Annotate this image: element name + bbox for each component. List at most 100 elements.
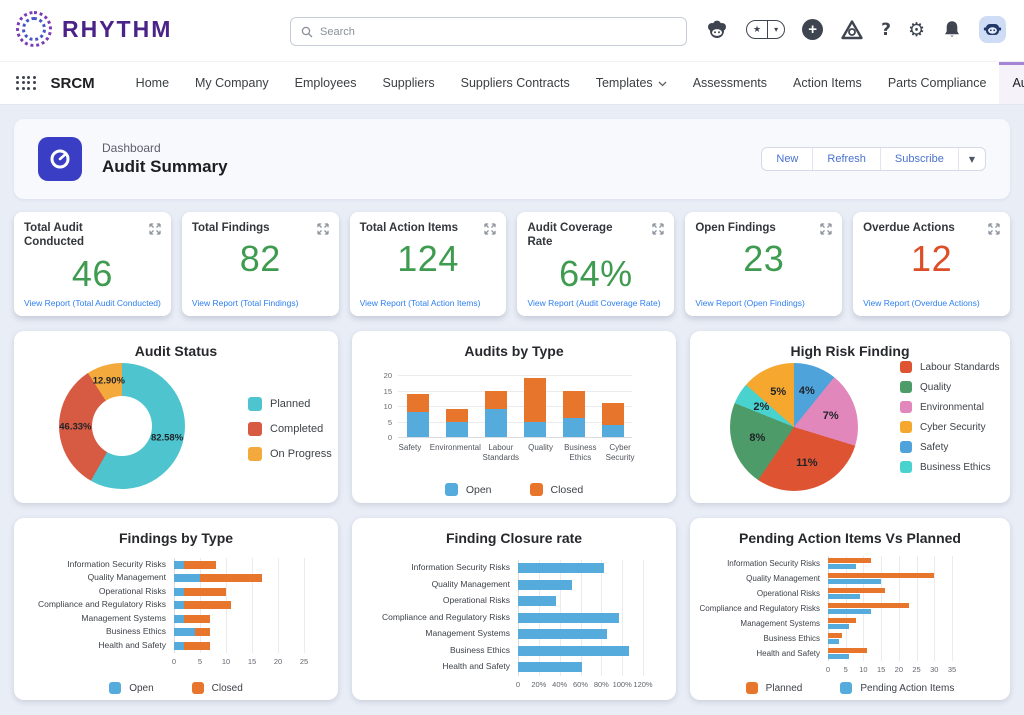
bar-planned	[828, 648, 867, 653]
legend-item-environmental[interactable]: Environmental	[900, 401, 1000, 413]
chart-card-audit-status: Audit Status82.58%46.33%12.90%PlannedCom…	[14, 331, 338, 503]
legend-item-pending-action-items[interactable]: Pending Action Items	[840, 682, 954, 694]
legend-label: Environmental	[920, 402, 984, 413]
kpi-title: Overdue Actions	[863, 221, 969, 235]
expand-icon[interactable]	[316, 222, 330, 241]
legend-item-cyber-security[interactable]: Cyber Security	[900, 421, 1000, 433]
expand-icon[interactable]	[483, 222, 497, 241]
legend-item-quality[interactable]: Quality	[900, 381, 1000, 393]
row-label: Business Ethics	[22, 627, 174, 637]
slice-value-label: 12.90%	[93, 376, 125, 387]
legend-item-open[interactable]: Open	[109, 682, 153, 694]
nav-item-suppliers-contracts[interactable]: Suppliers Contracts	[448, 62, 583, 104]
subscribe-caret-button[interactable]: ▼	[958, 148, 985, 170]
nav-item-parts-compliance[interactable]: Parts Compliance	[875, 62, 1000, 104]
favorites-pill-button[interactable]: ★ ▾	[746, 20, 785, 39]
legend-item-business-ethics[interactable]: Business Ethics	[900, 461, 1000, 473]
bar-health-and-safety	[174, 642, 304, 650]
bars-group	[398, 375, 632, 437]
refresh-button[interactable]: Refresh	[812, 148, 880, 170]
expand-icon[interactable]	[987, 222, 1001, 241]
legend-item-completed[interactable]: Completed	[248, 422, 332, 436]
legend-item-closed[interactable]: Closed	[530, 483, 584, 496]
bar-track	[174, 612, 304, 626]
bar-segment-closed	[184, 601, 231, 609]
y-axis-tick: 20	[370, 371, 392, 380]
nav-item-audit-management[interactable]: Audit Management	[999, 62, 1024, 104]
x-axis-tick: 120%	[633, 680, 652, 689]
table-row: Compliance and Regulatory Risks	[696, 601, 952, 616]
kpi-value: 23	[695, 238, 832, 280]
nav-item-label: Action Items	[793, 76, 862, 90]
legend-item-planned[interactable]: Planned	[746, 682, 803, 694]
nav-item-templates[interactable]: Templates	[583, 62, 680, 104]
expand-icon[interactable]	[819, 222, 833, 241]
legend-item-planned[interactable]: Planned	[248, 397, 332, 411]
brand-name: RHYTHM	[62, 16, 172, 43]
nav-item-my-company[interactable]: My Company	[182, 62, 282, 104]
x-axis-label: Safety	[390, 443, 430, 463]
expand-icon[interactable]	[148, 222, 162, 241]
row-label: Quality Management	[360, 580, 518, 590]
view-report-link[interactable]: View Report (Total Findings)	[192, 298, 333, 308]
x-axis-tick: 80%	[594, 680, 609, 689]
legend-chip	[109, 682, 121, 694]
legend-item-labour-standards[interactable]: Labour Standards	[900, 361, 1000, 373]
x-axis-tick: 10	[859, 665, 867, 674]
notifications-bell-icon[interactable]	[942, 19, 962, 40]
row-label: Quality Management	[696, 574, 828, 583]
view-report-link[interactable]: View Report (Total Action Items)	[360, 298, 501, 308]
bar-labour-standards	[485, 391, 507, 437]
nav-item-employees[interactable]: Employees	[282, 62, 370, 104]
legend-item-safety[interactable]: Safety	[900, 441, 1000, 453]
user-avatar[interactable]	[979, 16, 1006, 43]
nav-item-home[interactable]: Home	[123, 62, 182, 104]
view-report-link[interactable]: View Report (Overdue Actions)	[863, 298, 1004, 308]
nav-item-action-items[interactable]: Action Items	[780, 62, 875, 104]
help-icon[interactable]: ?	[881, 20, 891, 40]
nav-item-assessments[interactable]: Assessments	[680, 62, 780, 104]
chart-card-findings-by-type: Findings by TypeInformation Security Ris…	[14, 518, 338, 700]
release-icon[interactable]	[840, 19, 864, 41]
view-report-link[interactable]: View Report (Open Findings)	[695, 298, 836, 308]
table-row: Quality Management	[696, 571, 952, 586]
global-search[interactable]	[290, 17, 687, 46]
expand-icon[interactable]	[651, 222, 665, 241]
bar-environmental	[446, 409, 468, 437]
kpi-title: Open Findings	[695, 221, 801, 235]
bar-segment-open	[174, 561, 184, 569]
x-axis-tick: 20%	[531, 680, 546, 689]
bar-track	[174, 599, 304, 613]
search-input[interactable]	[320, 26, 676, 38]
bar-segment-closed	[524, 378, 546, 421]
legend-item-closed[interactable]: Closed	[192, 682, 243, 694]
bar-segment-open	[174, 574, 200, 582]
bar-quality	[524, 378, 546, 437]
slice-value-label: 5%	[770, 386, 786, 398]
nav-item-suppliers[interactable]: Suppliers	[370, 62, 448, 104]
view-report-link[interactable]: View Report (Audit Coverage Rate)	[527, 298, 668, 308]
legend-item-on-progress[interactable]: On Progress	[248, 447, 332, 461]
chart-title: Audit Status	[14, 331, 338, 359]
bar-segment-open	[563, 418, 585, 437]
chart-title: Pending Action Items Vs Planned	[690, 518, 1010, 546]
bar-track	[518, 610, 643, 627]
bar-management-systems	[174, 615, 304, 623]
x-axis-tick: 60%	[573, 680, 588, 689]
table-row: Operational Risks	[696, 586, 952, 601]
nav-item-label: Home	[136, 76, 169, 90]
legend-label: Cyber Security	[920, 422, 986, 433]
y-axis-tick: 5	[370, 418, 392, 427]
row-label: Health and Safety	[696, 649, 828, 658]
settings-gear-icon[interactable]: ⚙	[908, 19, 925, 41]
subscribe-button[interactable]: Subscribe	[880, 148, 958, 170]
legend-item-open[interactable]: Open	[445, 483, 492, 496]
row-label: Compliance and Regulatory Risks	[360, 613, 518, 623]
view-report-link[interactable]: View Report (Total Audit Conducted)	[24, 298, 165, 308]
app-launcher-icon[interactable]	[16, 76, 37, 91]
table-row: Quality Management	[22, 572, 304, 586]
ai-assistant-icon[interactable]	[705, 19, 729, 41]
kpi-value: 124	[360, 238, 497, 280]
new-button[interactable]: New	[762, 148, 812, 170]
add-new-icon[interactable]: +	[802, 19, 823, 40]
